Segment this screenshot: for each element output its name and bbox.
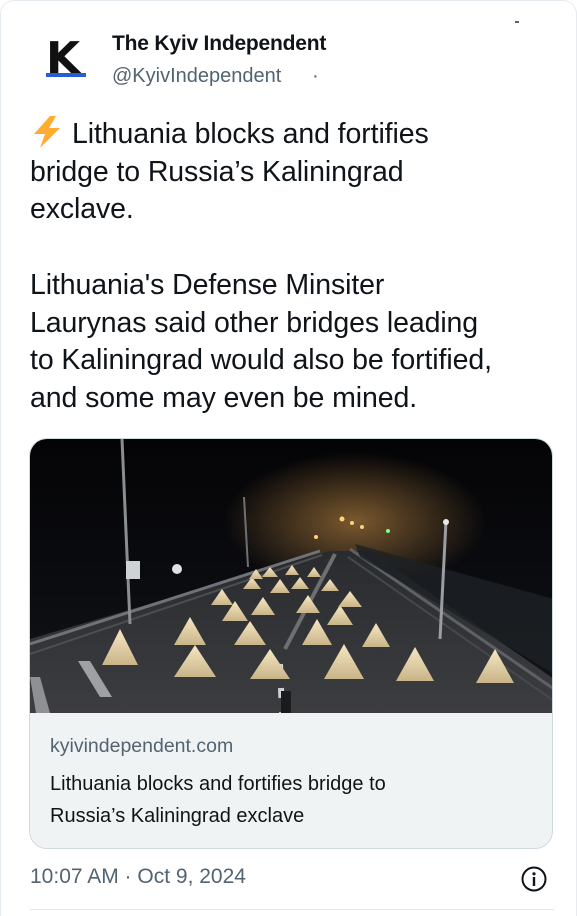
- night-bridge-barricade-photo[interactable]: [30, 439, 553, 713]
- link-title-line: Lithuania blocks and fortifies bridge to: [50, 773, 386, 795]
- more-options-icon[interactable]: [509, 19, 525, 27]
- avatar[interactable]: K: [31, 29, 95, 93]
- tweet-line: to Kaliningrad would also be fortified,: [30, 344, 492, 377]
- link-title[interactable]: Lithuania blocks and fortifies bridge to…: [50, 768, 530, 832]
- link-title-line: Russia’s Kaliningrad exclave: [50, 805, 305, 827]
- timestamp[interactable]: 10:07 AM · Oct 9, 2024: [30, 865, 246, 889]
- handle-separator: ·: [312, 65, 319, 87]
- lightning-bolt-icon: [34, 116, 60, 148]
- author-handle[interactable]: @KyivIndependent: [112, 65, 281, 88]
- tweet-line: Lithuania's Defense Minsiter: [30, 268, 385, 301]
- tweet-line: Laurynas said other bridges leading: [30, 306, 479, 339]
- link-meta[interactable]: kyivindependent.com Lithuania blocks and…: [30, 713, 552, 848]
- tweet-line: Lithuania blocks and fortifies: [30, 116, 555, 154]
- tweet-line-text: Lithuania blocks and fortifies: [72, 118, 429, 150]
- link-preview-card[interactable]: kyivindependent.com Lithuania blocks and…: [29, 438, 553, 849]
- tweet-text: Lithuania blocks and fortifies bridge to…: [30, 116, 555, 418]
- logo-underline: [46, 73, 86, 77]
- divider: [30, 909, 554, 910]
- info-icon[interactable]: [520, 865, 548, 893]
- author-name[interactable]: The Kyiv Independent: [112, 32, 326, 56]
- tweet-line: and some may even be mined.: [30, 381, 418, 414]
- tweet-card: K The Kyiv Independent @KyivIndependent …: [0, 0, 577, 916]
- tweet-line: bridge to Russia’s Kaliningrad: [30, 155, 404, 188]
- tweet-line: exclave.: [30, 193, 134, 226]
- link-domain[interactable]: kyivindependent.com: [50, 735, 233, 758]
